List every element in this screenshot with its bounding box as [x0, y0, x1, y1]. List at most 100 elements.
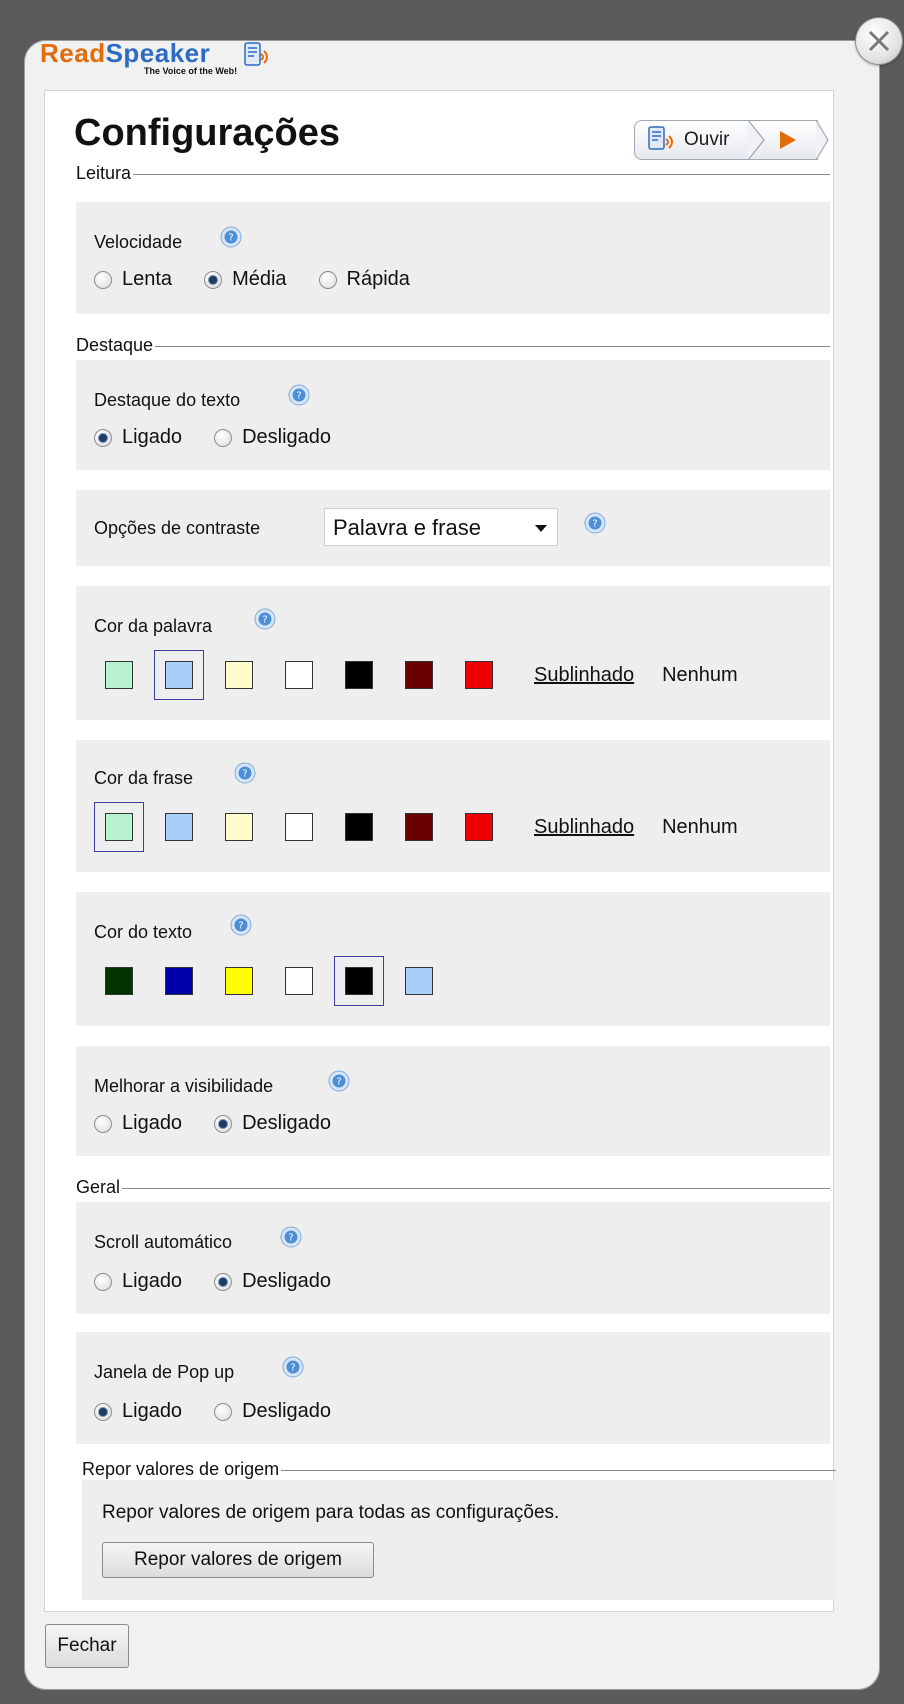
- contrast-select-value: Palavra e frase: [333, 515, 481, 540]
- section-divider: [133, 173, 830, 175]
- text-color-box: Cor do texto ?: [76, 892, 830, 1026]
- section-destaque-legend: Destaque: [76, 334, 830, 356]
- speed-option-label: Rápida: [346, 268, 410, 290]
- color-swatch-fill: [405, 661, 433, 689]
- radio-button-selected[interactable]: [214, 1272, 233, 1291]
- radio-button[interactable]: [214, 1402, 233, 1421]
- visibility-radio-group: Ligado Desligado: [94, 1112, 363, 1135]
- radio-button-selected[interactable]: [204, 270, 223, 289]
- color-swatch-fill: [225, 813, 253, 841]
- help-icon[interactable]: ?: [280, 1226, 302, 1248]
- color-swatch[interactable]: [334, 650, 384, 700]
- page-title: Configurações: [74, 112, 341, 154]
- help-icon[interactable]: ?: [584, 512, 606, 534]
- autoscroll-option-ligado[interactable]: Ligado: [94, 1270, 182, 1293]
- help-icon[interactable]: ?: [234, 762, 256, 784]
- color-swatch-fill: [165, 661, 193, 689]
- text-color-label: Cor do texto: [94, 922, 193, 942]
- popup-option-ligado[interactable]: Ligado: [94, 1400, 182, 1423]
- svg-text:?: ?: [228, 233, 233, 244]
- highlight-option-desligado[interactable]: Desligado: [214, 426, 331, 449]
- color-swatch[interactable]: [214, 650, 264, 700]
- underline-option[interactable]: Sublinhado: [534, 664, 634, 687]
- sentence-color-box: Cor da frase ? Sublinhado Nenhum: [76, 740, 830, 872]
- close-button[interactable]: Fechar: [45, 1624, 129, 1668]
- color-swatch[interactable]: [94, 956, 144, 1006]
- color-swatch[interactable]: [214, 802, 264, 852]
- speed-option-rapida[interactable]: Rápida: [318, 268, 410, 291]
- radio-button-selected[interactable]: [94, 428, 112, 447]
- autoscroll-option-desligado[interactable]: Desligado: [214, 1270, 331, 1293]
- color-swatch-fill: [465, 661, 493, 689]
- color-swatch[interactable]: [274, 650, 324, 700]
- reset-defaults-button[interactable]: Repor valores de origem: [102, 1542, 374, 1578]
- svg-text:?: ?: [262, 615, 267, 626]
- color-swatch-fill: [285, 967, 313, 995]
- help-icon[interactable]: ?: [282, 1356, 304, 1378]
- color-swatch-selected[interactable]: [94, 802, 144, 852]
- visibility-setting-box: Melhorar a visibilidade ? Ligado Desliga…: [76, 1046, 830, 1156]
- color-swatch-selected[interactable]: [334, 956, 384, 1006]
- section-reset-legend: Repor valores de origem: [82, 1458, 836, 1480]
- autoscroll-option-label: Ligado: [122, 1270, 183, 1292]
- underline-option[interactable]: Sublinhado: [534, 816, 634, 839]
- color-swatch-fill: [345, 661, 373, 689]
- speed-option-lenta[interactable]: Lenta: [94, 268, 172, 291]
- color-swatch[interactable]: [454, 802, 504, 852]
- color-swatch[interactable]: [94, 650, 144, 700]
- radio-button-selected[interactable]: [94, 1402, 112, 1421]
- radio-button[interactable]: [94, 1114, 112, 1133]
- help-icon[interactable]: ?: [328, 1070, 350, 1092]
- contrast-label: Opções de contraste: [94, 518, 261, 538]
- color-swatch-fill: [105, 813, 133, 841]
- contrast-select[interactable]: Palavra e frase: [324, 508, 558, 546]
- section-leitura-title: Leitura: [76, 162, 132, 183]
- none-option[interactable]: Nenhum: [662, 816, 738, 839]
- radio-button[interactable]: [318, 270, 337, 289]
- radio-button[interactable]: [214, 428, 233, 447]
- color-swatch[interactable]: [334, 802, 384, 852]
- radio-button[interactable]: [94, 270, 112, 289]
- help-icon[interactable]: ?: [220, 226, 242, 248]
- color-swatch[interactable]: [394, 802, 444, 852]
- visibility-option-desligado[interactable]: Desligado: [214, 1112, 331, 1135]
- color-swatch-fill: [345, 813, 373, 841]
- none-option[interactable]: Nenhum: [662, 664, 738, 687]
- background-page-text-left: [0, 300, 26, 1680]
- radio-button-selected[interactable]: [214, 1114, 233, 1133]
- arrow-separator: [747, 120, 765, 160]
- color-swatch[interactable]: [274, 956, 324, 1006]
- help-icon[interactable]: ?: [254, 608, 276, 630]
- color-swatch[interactable]: [394, 650, 444, 700]
- close-dialog-button[interactable]: [856, 18, 902, 64]
- color-swatch-fill: [105, 967, 133, 995]
- popup-radio-group: Ligado Desligado: [94, 1400, 363, 1423]
- radio-button[interactable]: [94, 1272, 112, 1291]
- color-swatch[interactable]: [154, 956, 204, 1006]
- section-reset-title: Repor valores de origem: [82, 1458, 280, 1479]
- listen-label: Ouvir: [684, 129, 730, 150]
- speaker-page-icon: [648, 126, 673, 150]
- visibility-option-label: Ligado: [122, 1112, 183, 1134]
- highlight-radio-group: Ligado Desligado: [94, 426, 363, 449]
- speed-option-media[interactable]: Média: [204, 268, 287, 291]
- logo-read: Read: [40, 38, 106, 68]
- color-swatch[interactable]: [154, 802, 204, 852]
- color-swatch[interactable]: [214, 956, 264, 1006]
- visibility-option-ligado[interactable]: Ligado: [94, 1112, 182, 1135]
- color-swatch-selected[interactable]: [154, 650, 204, 700]
- listen-button[interactable]: Ouvir: [634, 120, 829, 160]
- help-icon[interactable]: ?: [230, 914, 252, 936]
- section-divider: [281, 1469, 836, 1471]
- section-geral-title: Geral: [76, 1176, 121, 1197]
- color-swatch[interactable]: [454, 650, 504, 700]
- svg-text:?: ?: [336, 1077, 341, 1088]
- color-swatch[interactable]: [394, 956, 444, 1006]
- highlight-option-ligado[interactable]: Ligado: [94, 426, 182, 449]
- popup-option-desligado[interactable]: Desligado: [214, 1400, 331, 1423]
- help-icon[interactable]: ?: [288, 384, 310, 406]
- sentence-color-swatches: Sublinhado Nenhum: [94, 802, 738, 852]
- color-swatch[interactable]: [274, 802, 324, 852]
- highlight-text-label: Destaque do texto: [94, 390, 241, 410]
- popup-option-label: Ligado: [122, 1400, 183, 1422]
